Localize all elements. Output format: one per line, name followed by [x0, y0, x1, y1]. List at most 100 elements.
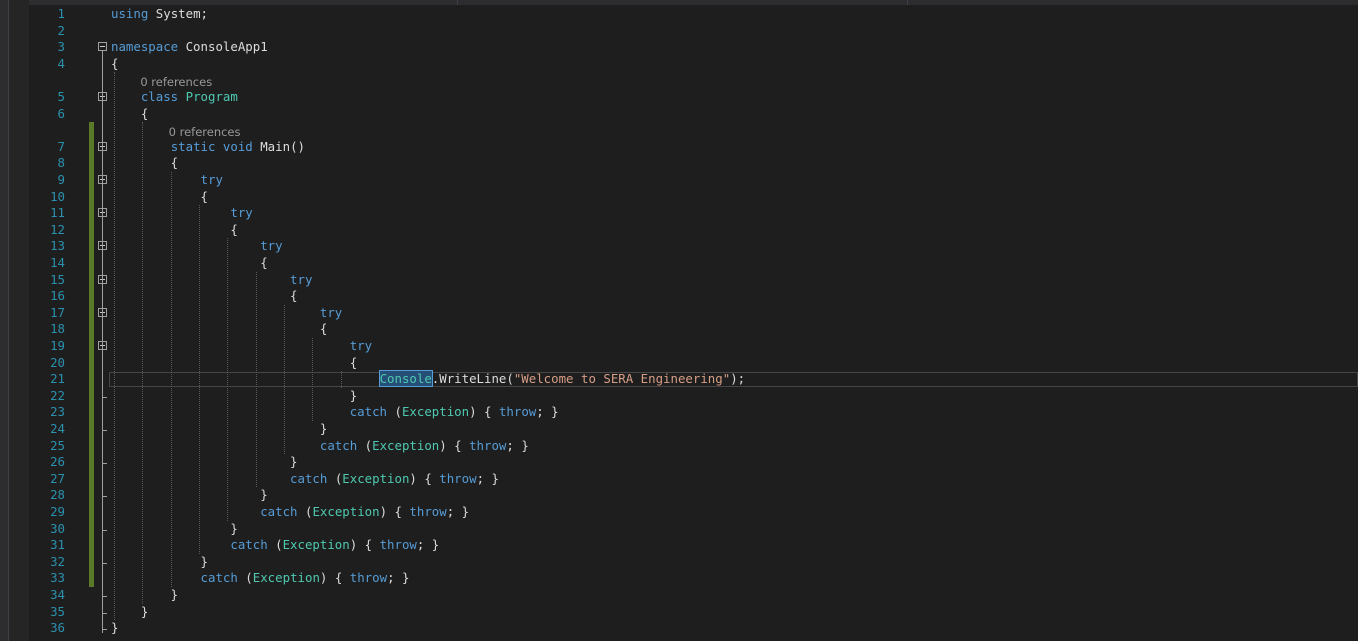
code-line[interactable]: 7 static void Main(): [0, 139, 1358, 156]
code-token: throw: [498, 404, 537, 420]
code-text[interactable]: catch (Exception) { throw; }: [111, 504, 469, 521]
code-line[interactable]: 36}: [0, 620, 1358, 637]
code-line[interactable]: 13 try: [0, 238, 1358, 255]
code-line[interactable]: 27 catch (Exception) { throw; }: [0, 471, 1358, 488]
code-text[interactable]: catch (Exception) { throw; }: [111, 438, 529, 455]
outline-end-tick: [102, 629, 107, 631]
code-token: try: [260, 238, 283, 254]
line-number: 26: [50, 454, 65, 470]
code-text[interactable]: {: [111, 255, 267, 272]
code-line[interactable]: 6 {: [0, 106, 1358, 123]
code-line[interactable]: 26 }: [0, 454, 1358, 471]
code-text[interactable]: Console.WriteLine("Welcome to SERA Engin…: [111, 370, 745, 388]
code-token: Program: [185, 89, 238, 104]
code-line[interactable]: 20 {: [0, 355, 1358, 372]
code-text[interactable]: }: [111, 454, 298, 471]
code-text[interactable]: }: [111, 388, 357, 405]
line-number: 23: [50, 404, 65, 420]
code-text[interactable]: try: [111, 272, 312, 289]
code-text[interactable]: try: [111, 205, 252, 222]
code-line[interactable]: 5 class Program: [0, 89, 1358, 106]
code-text[interactable]: }: [111, 487, 267, 504]
code-line[interactable]: 32 }: [0, 554, 1358, 571]
tab-separator: [457, 0, 458, 5]
code-text[interactable]: }: [111, 587, 178, 604]
code-line[interactable]: 33 catch (Exception) { throw; }: [0, 570, 1358, 587]
code-text[interactable]: }: [111, 604, 148, 621]
code-line[interactable]: 8 {: [0, 155, 1358, 172]
code-line[interactable]: 35 }: [0, 604, 1358, 621]
code-text[interactable]: catch (Exception) { throw; }: [111, 404, 559, 421]
code-token: throw: [439, 470, 477, 486]
code-line[interactable]: 22 }: [0, 388, 1358, 405]
code-text[interactable]: {: [111, 189, 208, 206]
code-text[interactable]: }: [111, 620, 118, 637]
code-token: Exception: [372, 437, 440, 453]
code-line[interactable]: 1 using System;: [0, 6, 1358, 23]
code-line[interactable]: 10 {: [0, 189, 1358, 206]
code-line[interactable]: 23 catch (Exception) { throw; }: [0, 404, 1358, 421]
code-text[interactable]: class Program: [111, 89, 238, 106]
line-number: 12: [50, 221, 65, 237]
code-text[interactable]: try: [111, 338, 372, 355]
code-line[interactable]: 31 catch (Exception) { throw; }: [0, 537, 1358, 554]
code-text[interactable]: {: [111, 56, 118, 73]
code-text[interactable]: using System;: [111, 6, 208, 23]
code-text[interactable]: catch (Exception) { throw; }: [111, 537, 439, 554]
line-number: 30: [50, 520, 65, 536]
code-line[interactable]: 11 try: [0, 205, 1358, 222]
line-number: 8: [57, 155, 65, 171]
code-text[interactable]: {: [111, 355, 357, 372]
code-line[interactable]: 17 try: [0, 305, 1358, 322]
code-line[interactable]: 16 {: [0, 288, 1358, 305]
code-text[interactable]: try: [111, 172, 223, 189]
collapse-toggle-icon[interactable]: [98, 42, 107, 52]
code-line[interactable]: 34 }: [0, 587, 1358, 604]
code-token: {: [111, 288, 298, 304]
line-number: 18: [50, 321, 65, 337]
code-text[interactable]: {: [111, 222, 237, 239]
code-line[interactable]: 3 namespace ConsoleApp1: [0, 39, 1358, 56]
code-text[interactable]: {: [111, 321, 327, 338]
code-line[interactable]: 14 {: [0, 255, 1358, 272]
code-text[interactable]: static void Main(): [111, 139, 305, 156]
code-text[interactable]: namespace ConsoleApp1: [111, 39, 268, 56]
code-token: }: [111, 454, 298, 470]
code-line[interactable]: 4{: [0, 56, 1358, 73]
indent-guide: [255, 271, 257, 488]
code-line[interactable]: 25 catch (Exception) { throw; }: [0, 438, 1358, 455]
code-text[interactable]: }: [111, 521, 237, 538]
code-token: ) {: [439, 437, 470, 453]
code-token: catch: [260, 504, 298, 519]
code-line[interactable]: 24 }: [0, 421, 1358, 438]
code-line[interactable]: 15 try: [0, 272, 1358, 289]
code-text[interactable]: catch (Exception) { throw; }: [111, 570, 410, 587]
code-token: catch: [349, 404, 388, 420]
code-text[interactable]: }: [111, 554, 208, 571]
code-token: catch: [290, 470, 328, 486]
code-line[interactable]: 19 try: [0, 338, 1358, 355]
line-number: 2: [57, 22, 65, 38]
code-text[interactable]: {: [111, 288, 298, 305]
code-text[interactable]: catch (Exception) { throw; }: [111, 471, 499, 488]
code-token: throw: [409, 504, 447, 519]
code-line[interactable]: 12 {: [0, 222, 1358, 239]
code-line[interactable]: 28 }: [0, 487, 1358, 504]
code-line[interactable]: 18 {: [0, 321, 1358, 338]
code-line[interactable]: 9 try: [0, 172, 1358, 189]
code-editor[interactable]: 1 using System; 2 3 namespace ConsoleApp1 4{0…: [0, 0, 1358, 641]
code-line[interactable]: 30 }: [0, 521, 1358, 538]
code-line[interactable]: 21 Console.WriteLine("Welcome to SERA En…: [0, 370, 1358, 388]
code-text[interactable]: try: [111, 238, 283, 255]
code-line[interactable]: 2: [0, 23, 1358, 40]
code-text[interactable]: }: [111, 421, 327, 438]
code-line[interactable]: 29 catch (Exception) { throw; }: [0, 504, 1358, 521]
code-text[interactable]: {: [111, 106, 148, 123]
code-token: ; }: [476, 470, 499, 486]
code-text[interactable]: {: [111, 155, 178, 172]
